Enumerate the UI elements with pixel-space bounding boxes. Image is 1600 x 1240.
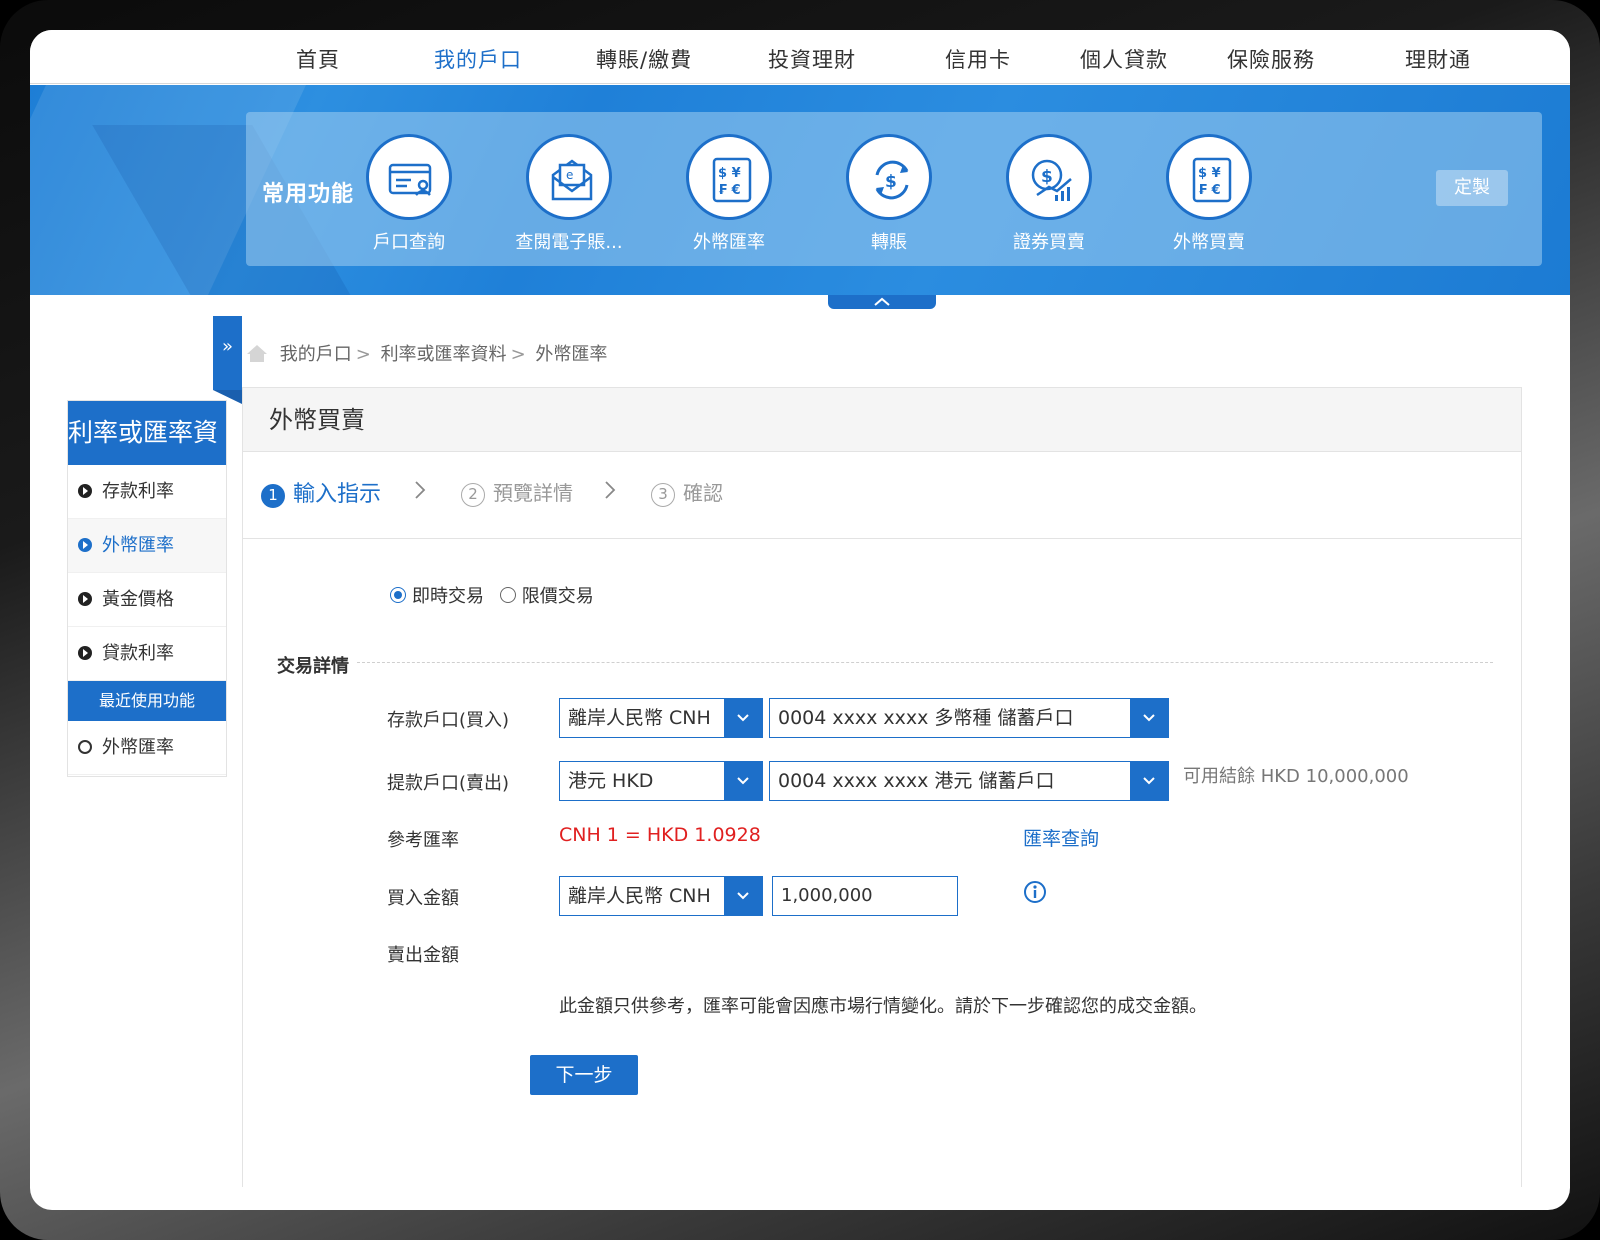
recent-functions-title: 最近使用功能 <box>68 681 226 721</box>
svg-text:$: $ <box>885 172 897 192</box>
radio-instant[interactable]: 即時交易 <box>390 586 484 607</box>
device-frame: 首頁 我的戶口 轉賬/繳費 投資理財 信用卡 個人貸款 保險服務 理財通 常用功… <box>0 0 1600 1240</box>
nav-personal-loan[interactable]: 個人貸款 <box>1080 44 1168 74</box>
ref-rate-value: CNH 1 = HKD 1.0928 <box>559 824 761 846</box>
quick-e-statement[interactable]: e 查閱電子賬... <box>494 134 644 254</box>
chevron-up-icon <box>874 297 890 306</box>
svg-text:₣ €: ₣ € <box>1198 183 1221 198</box>
double-chevron-right-icon: » <box>221 336 233 357</box>
currency-rate-icon: $ ¥ ₣ € <box>712 157 752 203</box>
currency-exchange-icon: $ ¥ ₣ € <box>1192 157 1232 203</box>
securities-icon: $ <box>1031 159 1072 201</box>
page-title: 外幣買賣 <box>243 388 1521 452</box>
chevron-down-icon <box>737 892 749 900</box>
quick-label: 證券買賣 <box>1013 232 1085 253</box>
quick-function-banner: 常用功能 戶口查詢 e 查閱電子賬... $ ¥ ₣ € 外幣匯率 $ 轉賬 $… <box>30 85 1570 295</box>
customize-button[interactable]: 定製 <box>1436 170 1508 206</box>
withdraw-account-select[interactable]: 0004 xxxx xxxx 港元 儲蓄戶口 <box>769 761 1169 801</box>
bullet-play-icon <box>78 538 92 552</box>
chevron-right-icon <box>415 481 426 499</box>
chevron-down-icon <box>1143 714 1155 722</box>
breadcrumb-separator: > <box>355 344 371 365</box>
transfer-icon: $ <box>875 160 909 200</box>
deposit-account-label: 存款戶口(買入) <box>387 710 510 731</box>
sidebar-toggle[interactable]: » <box>213 316 242 404</box>
quick-account-inquiry[interactable]: 戶口查詢 <box>334 134 484 254</box>
quick-currency-rate[interactable]: $ ¥ ₣ € 外幣匯率 <box>654 134 804 254</box>
main-content: 外幣買賣 1 輸入指示 2 預覽詳情 3 確認 即時交易 限價交易 交易詳情 存… <box>242 387 1522 1187</box>
svg-text:e: e <box>566 168 573 182</box>
section-divider <box>357 662 1493 663</box>
quick-label: 查閱電子賬... <box>515 232 623 253</box>
info-icon[interactable] <box>1023 880 1047 904</box>
chevron-right-icon <box>605 481 616 499</box>
recent-item-fx-rate[interactable]: 外幣匯率 <box>68 721 226 775</box>
quick-function-panel: 常用功能 戶口查詢 e 查閱電子賬... $ ¥ ₣ € 外幣匯率 $ 轉賬 $… <box>246 112 1542 266</box>
left-menu-title: 利率或匯率資 <box>68 401 226 465</box>
available-balance: 可用結餘 HKD 10,000,000 <box>1183 766 1409 787</box>
quick-currency-exchange[interactable]: $ ¥ ₣ € 外幣買賣 <box>1134 134 1284 254</box>
nav-investment[interactable]: 投資理財 <box>768 44 856 74</box>
withdraw-currency-select[interactable]: 港元 HKD <box>559 761 763 801</box>
chevron-down-icon <box>1143 777 1155 785</box>
bullet-play-icon <box>78 484 92 498</box>
quick-label: 戶口查詢 <box>373 232 445 253</box>
chevron-down-icon <box>737 714 749 722</box>
radio-limit[interactable]: 限價交易 <box>499 586 594 607</box>
menu-item-deposit-rate[interactable]: 存款利率 <box>68 465 226 519</box>
trade-type-radios: 即時交易 限價交易 <box>390 582 594 608</box>
breadcrumb-current: 外幣匯率 <box>535 344 608 365</box>
nav-transfer-payment[interactable]: 轉賬/繳費 <box>596 44 692 74</box>
divider <box>243 538 1521 539</box>
section-title: 交易詳情 <box>277 656 349 677</box>
sell-amount-label: 賣出金額 <box>387 945 459 966</box>
svg-text:$ ¥: $ ¥ <box>1198 166 1221 181</box>
chevron-down-icon <box>737 777 749 785</box>
step-confirm: 3 確認 <box>651 477 723 507</box>
breadcrumb-rates[interactable]: 利率或匯率資料 <box>381 344 507 365</box>
nav-insurance[interactable]: 保險服務 <box>1227 44 1315 74</box>
rate-inquiry-link[interactable]: 匯率查詢 <box>1023 824 1099 851</box>
bullet-play-icon <box>78 592 92 606</box>
bullet-play-icon <box>78 646 92 660</box>
buy-amount-label: 買入金額 <box>387 888 459 909</box>
buy-amount-input[interactable]: 1,000,000 <box>772 876 958 916</box>
menu-item-fx-rate[interactable]: 外幣匯率 <box>68 519 226 573</box>
nav-my-account[interactable]: 我的戶口 <box>434 44 522 74</box>
quick-label: 轉賬 <box>871 232 907 253</box>
step-preview: 2 預覽詳情 <box>461 477 573 507</box>
clock-icon <box>78 740 92 754</box>
left-menu: 利率或匯率資 存款利率 外幣匯率 黃金價格 貸款利率 最近使用功能 外幣匯率 <box>67 400 227 777</box>
account-card-icon <box>388 163 432 196</box>
ref-rate-label: 參考匯率 <box>387 830 459 851</box>
quick-label: 外幣買賣 <box>1173 232 1245 253</box>
next-step-button[interactable]: 下一步 <box>530 1055 638 1095</box>
svg-text:$: $ <box>1041 167 1053 187</box>
deposit-account-select[interactable]: 0004 xxxx xxxx 多幣種 儲蓄戶口 <box>769 698 1169 738</box>
step-input: 1 輸入指示 <box>261 476 381 508</box>
collapse-banner-tab[interactable] <box>828 295 936 309</box>
menu-item-gold-price[interactable]: 黃金價格 <box>68 573 226 627</box>
breadcrumb: 我的戶口 > 利率或匯率資料 > 外幣匯率 <box>246 340 607 366</box>
buy-currency-select[interactable]: 離岸人民幣 CNH <box>559 876 763 916</box>
nav-home[interactable]: 首頁 <box>296 44 340 74</box>
breadcrumb-my-account[interactable]: 我的戶口 <box>280 344 352 365</box>
quick-label: 外幣匯率 <box>693 232 765 253</box>
svg-text:₣ €: ₣ € <box>718 183 741 198</box>
withdraw-account-label: 提款戶口(賣出) <box>387 773 510 794</box>
screen: 首頁 我的戶口 轉賬/繳費 投資理財 信用卡 個人貸款 保險服務 理財通 常用功… <box>30 30 1570 1210</box>
quick-transfer[interactable]: $ 轉賬 <box>814 134 964 254</box>
disclaimer-note: 此金額只供參考，匯率可能會因應市場行情變化。請於下一步確認您的成交金額。 <box>559 996 1207 1017</box>
quick-securities[interactable]: $ 證券買賣 <box>974 134 1124 254</box>
breadcrumb-separator: > <box>510 344 526 365</box>
top-navigation: 首頁 我的戶口 轉賬/繳費 投資理財 信用卡 個人貸款 保險服務 理財通 <box>30 30 1570 84</box>
svg-text:$ ¥: $ ¥ <box>718 166 741 181</box>
step-indicator: 1 輸入指示 2 預覽詳情 3 確認 <box>261 476 961 510</box>
deposit-currency-select[interactable]: 離岸人民幣 CNH <box>559 698 763 738</box>
nav-credit-card[interactable]: 信用卡 <box>945 44 1011 74</box>
nav-wealth-connect[interactable]: 理財通 <box>1405 44 1471 74</box>
e-statement-icon: e <box>551 159 593 201</box>
home-icon[interactable] <box>246 343 268 363</box>
menu-item-loan-rate[interactable]: 貸款利率 <box>68 627 226 681</box>
